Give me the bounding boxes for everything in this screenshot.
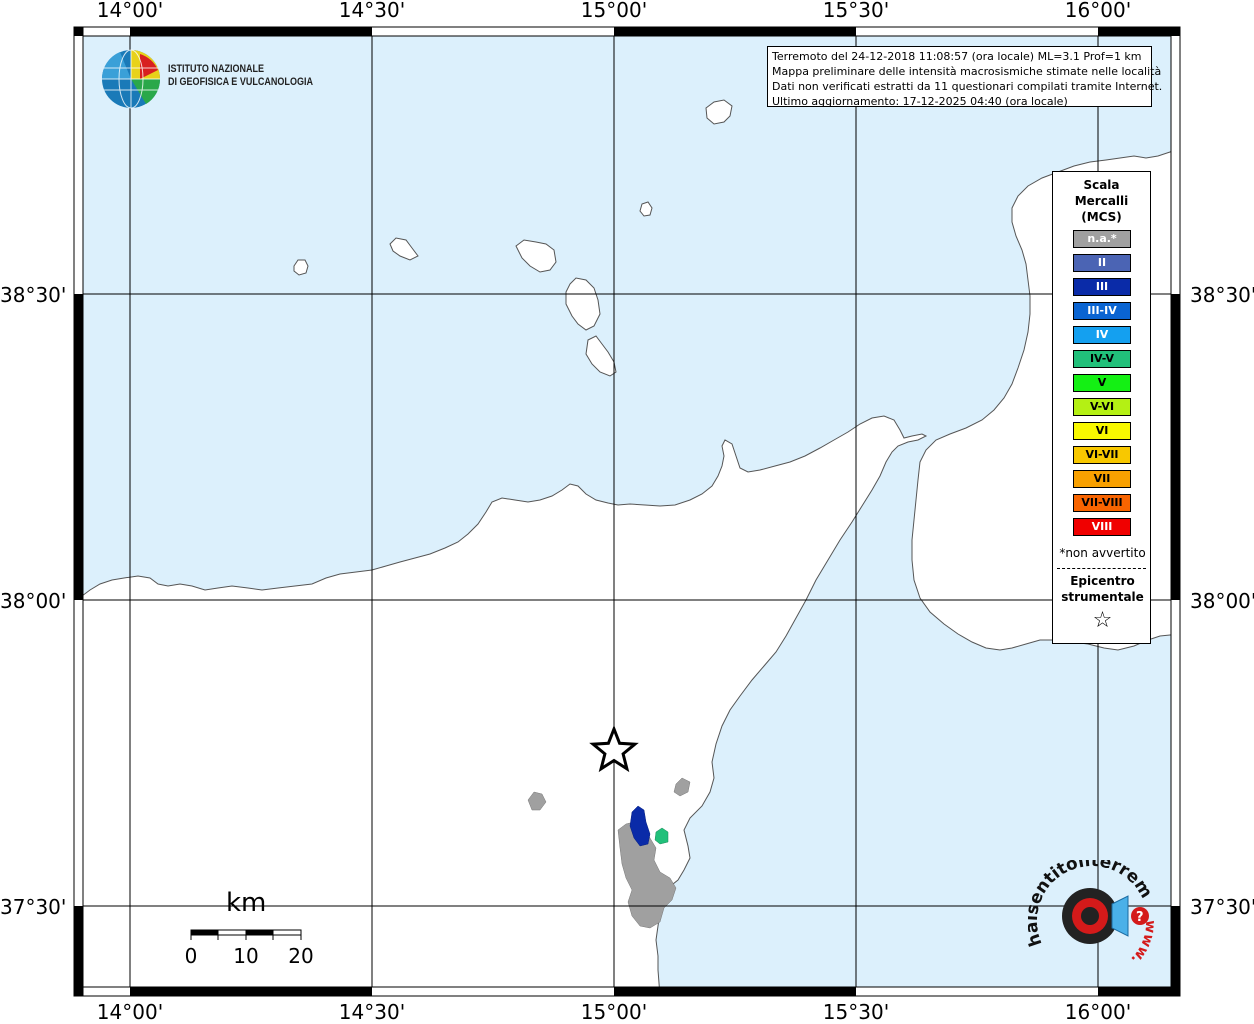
info-line-2: Mappa preliminare delle intensità macros… bbox=[772, 65, 1162, 78]
island-alicudi bbox=[293, 259, 309, 276]
legend-title: Scala Mercalli (MCS) bbox=[1053, 177, 1150, 225]
lat-label-right-3: 37°30' bbox=[1190, 895, 1254, 919]
lat-label-left-1: 38°30' bbox=[0, 283, 67, 307]
legend-item-ii: II bbox=[1073, 254, 1131, 272]
lon-label-bottom-2: 14°30' bbox=[338, 1000, 406, 1024]
lat-label-left-2: 38°00' bbox=[0, 589, 67, 613]
info-line-4: Ultimo aggiornamento: 17-12-2025 04:40 (… bbox=[772, 95, 1068, 108]
lon-label-bottom-5: 16°00' bbox=[1064, 1000, 1132, 1024]
lat-label-left-3: 37°30' bbox=[0, 895, 67, 919]
lon-label-top-1: 14°00' bbox=[96, 0, 164, 22]
legend-item-vi: VI bbox=[1073, 422, 1131, 440]
lon-label-top-2: 14°30' bbox=[338, 0, 406, 22]
legend-item-vvi: V-VI bbox=[1073, 398, 1131, 416]
info-line-3: Dati non verificati estratti da 11 quest… bbox=[772, 80, 1163, 93]
lon-label-top-4: 15°30' bbox=[822, 0, 890, 22]
lon-label-top-3: 15°00' bbox=[580, 0, 648, 22]
ingv-globe-logo bbox=[101, 49, 161, 109]
legend-item-viiviii: VII-VIII bbox=[1073, 494, 1131, 512]
legend-item-iii: III bbox=[1073, 278, 1131, 296]
badge-target-inner bbox=[1081, 907, 1099, 925]
lon-label-bottom-4: 15°30' bbox=[822, 1000, 890, 1024]
earthquake-info-box: Terremoto del 24-12-2018 11:08:57 (ora l… bbox=[767, 46, 1163, 108]
legend-epicenter-label: Epicentro strumentale bbox=[1053, 573, 1152, 605]
legend-item-na: n.a.* bbox=[1073, 230, 1131, 248]
ingv-logo-line2: DI GEOFISICA E VULCANOLOGIA bbox=[168, 76, 313, 88]
lon-label-bottom-3: 15°00' bbox=[580, 1000, 648, 1024]
legend-item-vivii: VI-VII bbox=[1073, 446, 1131, 464]
legend-epicenter-line1: Epicentro bbox=[1070, 574, 1135, 588]
lon-label-top-5: 16°00' bbox=[1064, 0, 1132, 22]
legend-star-icon: ☆ bbox=[1092, 608, 1113, 633]
legend-item-ivv: IV-V bbox=[1073, 350, 1131, 368]
legend-title-line2: Mercalli bbox=[1074, 194, 1129, 208]
ingv-logo-line1: ISTITUTO NAZIONALE bbox=[168, 63, 265, 75]
legend-item-viii: VIII bbox=[1073, 518, 1131, 536]
legend-item-iv: IV bbox=[1073, 326, 1131, 344]
legend-item-vii: VII bbox=[1073, 470, 1131, 488]
mcs-legend: Scala Mercalli (MCS) n.a.* II III III-IV IV I… bbox=[1052, 171, 1151, 644]
legend-title-line1: Scala bbox=[1083, 178, 1120, 192]
haisentito-badge: haisentitoilterremoto.it www. ? bbox=[1028, 860, 1158, 968]
badge-question-mark: ? bbox=[1136, 910, 1144, 925]
scale-bar-label-10: 10 bbox=[233, 944, 259, 968]
lat-label-right-1: 38°30' bbox=[1190, 283, 1254, 307]
legend-separator bbox=[1057, 568, 1146, 569]
legend-epicenter-line2: strumentale bbox=[1061, 590, 1144, 604]
scale-bar-label-0: 0 bbox=[184, 944, 198, 968]
info-line-1: Terremoto del 24-12-2018 11:08:57 (ora l… bbox=[772, 50, 1142, 63]
ingv-logo-text: ISTITUTO NAZIONALE DI GEOFISICA E VULCAN… bbox=[168, 63, 313, 89]
lat-label-right-2: 38°00' bbox=[1190, 589, 1254, 613]
legend-item-v: V bbox=[1073, 374, 1131, 392]
lon-label-bottom-1: 14°00' bbox=[96, 1000, 164, 1024]
badge-url-path: www. bbox=[1128, 920, 1158, 968]
scale-bar-label-20: 20 bbox=[288, 944, 314, 968]
legend-note: *non avvertito bbox=[1059, 546, 1146, 560]
legend-title-line3: (MCS) bbox=[1081, 210, 1122, 224]
legend-item-iiiiv: III-IV bbox=[1073, 302, 1131, 320]
badge-speaker-icon bbox=[1111, 895, 1129, 937]
scale-bar-unit: km bbox=[226, 888, 267, 918]
badge-url: www. bbox=[1128, 920, 1158, 968]
